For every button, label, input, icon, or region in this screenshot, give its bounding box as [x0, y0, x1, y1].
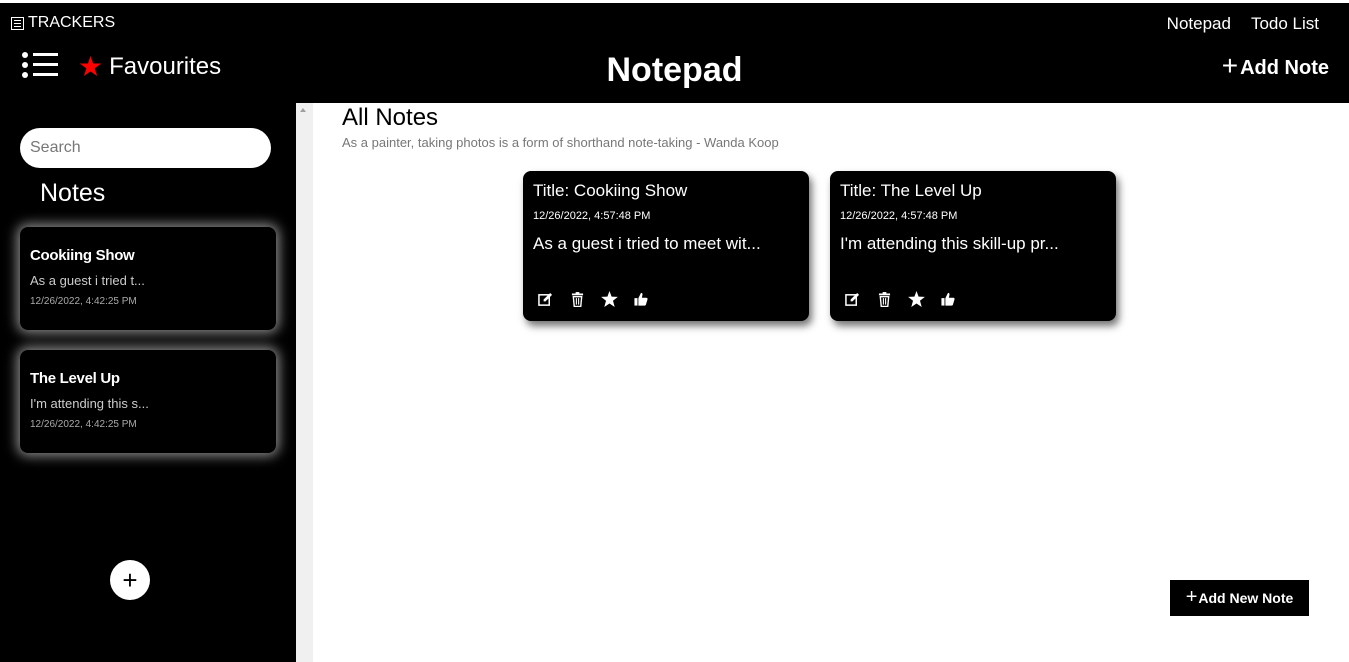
plus-icon: +: [1185, 585, 1198, 608]
quote-text: As a painter, taking photos is a form of…: [342, 135, 779, 150]
notebook-icon: [11, 16, 24, 30]
note-title: Title: Cookiing Show: [533, 181, 688, 200]
scrollbar[interactable]: [296, 103, 313, 662]
note-title: Title: The Level Up: [840, 181, 982, 200]
note-actions: [843, 290, 957, 308]
sidebar: Notes Cookiing Show As a guest i tried t…: [0, 103, 296, 662]
add-new-note-button[interactable]: + Add New Note: [1170, 580, 1309, 616]
sidebar-note-snippet: As a guest i tried t...: [30, 273, 145, 288]
star-icon[interactable]: [907, 290, 925, 308]
thumbs-up-icon[interactable]: [632, 290, 650, 308]
sidebar-note-card[interactable]: The Level Up I'm attending this s... 12/…: [20, 350, 276, 453]
edit-icon[interactable]: [536, 290, 554, 308]
add-note-label: Add Note: [1240, 57, 1329, 79]
note-actions: [536, 290, 650, 308]
brand-label: TRACKERS: [28, 14, 116, 31]
brand[interactable]: TRACKERS: [11, 14, 115, 32]
add-note-fab[interactable]: +: [110, 560, 150, 600]
note-date: 12/26/2022, 4:57:48 PM: [840, 210, 958, 222]
plus-icon: +: [1221, 49, 1239, 81]
notes-heading: Notes: [40, 179, 106, 207]
sidebar-note-card[interactable]: Cookiing Show As a guest i tried t... 12…: [20, 227, 276, 330]
nav-link-notepad[interactable]: Notepad: [1167, 14, 1231, 34]
scroll-up-arrow-icon[interactable]: [300, 108, 306, 112]
add-note-button[interactable]: + Add Note: [1222, 51, 1329, 80]
edit-icon[interactable]: [843, 290, 861, 308]
sidebar-note-title: The Level Up: [30, 370, 120, 387]
sidebar-note-title: Cookiing Show: [30, 247, 135, 264]
nav-link-todo-list[interactable]: Todo List: [1251, 14, 1319, 34]
add-new-note-label: Add New Note: [1198, 590, 1294, 606]
top-navbar: TRACKERS Notepad Todo List ★ Favourites …: [0, 0, 1349, 103]
top-links: Notepad Todo List: [1167, 14, 1319, 34]
note-card: Title: The Level Up 12/26/2022, 4:57:48 …: [830, 171, 1116, 321]
page-title: Notepad: [606, 51, 743, 89]
trash-icon[interactable]: [568, 290, 586, 308]
star-icon[interactable]: [600, 290, 618, 308]
trash-icon[interactable]: [875, 290, 893, 308]
note-body: I'm attending this skill-up pr...: [840, 234, 1059, 253]
search-input[interactable]: [20, 128, 271, 168]
thumbs-up-icon[interactable]: [939, 290, 957, 308]
note-date: 12/26/2022, 4:57:48 PM: [533, 210, 651, 222]
sidebar-note-date: 12/26/2022, 4:42:25 PM: [30, 419, 137, 430]
note-card: Title: Cookiing Show 12/26/2022, 4:57:48…: [523, 171, 809, 321]
sidebar-note-date: 12/26/2022, 4:42:25 PM: [30, 296, 137, 307]
note-body: As a guest i tried to meet wit...: [533, 234, 761, 253]
all-notes-title: All Notes: [342, 104, 439, 131]
sidebar-note-snippet: I'm attending this s...: [30, 396, 149, 411]
